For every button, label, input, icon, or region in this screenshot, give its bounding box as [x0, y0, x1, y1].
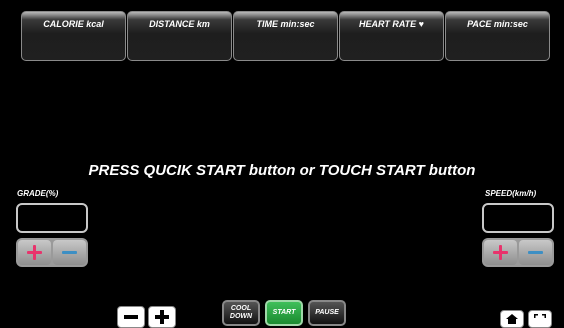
metric-label-calorie: CALORIE kcal: [43, 19, 104, 29]
speed-label: SPEED(km/h): [485, 189, 537, 198]
grade-label: GRADE(%): [17, 189, 59, 198]
bottom-minus-button[interactable]: [117, 306, 145, 328]
cool-down-label: COOL DOWN: [229, 305, 253, 320]
fullscreen-button[interactable]: [528, 310, 552, 328]
speed-adjust: [482, 238, 554, 267]
metric-tile-time: TIME min:sec: [233, 11, 338, 61]
home-button[interactable]: [500, 310, 524, 328]
minus-icon: [62, 251, 77, 254]
metric-label-time: TIME min:sec: [256, 19, 315, 29]
bottom-plus-button[interactable]: [148, 306, 176, 328]
start-label: START: [272, 309, 296, 316]
grade-adjust: [16, 238, 88, 267]
grade-minus-button[interactable]: [53, 240, 86, 265]
speed-minus-button[interactable]: [519, 240, 552, 265]
minus-icon: [124, 315, 138, 319]
metric-tile-calorie: CALORIE kcal: [21, 11, 126, 61]
metric-tile-pace: PACE min:sec: [445, 11, 550, 61]
grade-plus-button[interactable]: [18, 240, 51, 265]
metric-tile-heart-rate: HEART RATE ♥: [339, 11, 444, 61]
minus-icon: [528, 251, 543, 254]
start-prompt: PRESS QUCIK START button or TOUCH START …: [88, 162, 476, 179]
speed-plus-button[interactable]: [484, 240, 517, 265]
plus-icon: [155, 310, 169, 324]
metric-label-distance: DISTANCE km: [149, 19, 210, 29]
pause-label: PAUSE: [315, 309, 339, 316]
pause-button[interactable]: PAUSE: [308, 300, 346, 326]
metric-tile-distance: DISTANCE km: [127, 11, 232, 61]
plus-icon: [493, 245, 508, 260]
grade-display: [16, 203, 88, 233]
plus-icon: [27, 245, 42, 260]
start-button[interactable]: START: [265, 300, 303, 326]
speed-display: [482, 203, 554, 233]
metric-label-heart-rate: HEART RATE ♥: [358, 19, 424, 29]
cool-down-button[interactable]: COOL DOWN: [222, 300, 260, 326]
metric-label-pace: PACE min:sec: [467, 19, 528, 29]
